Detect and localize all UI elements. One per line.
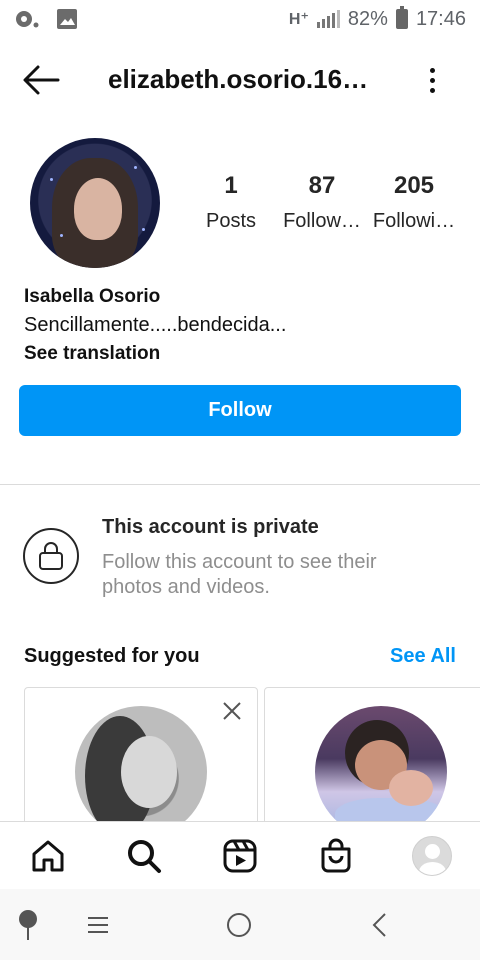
divider [0,484,480,485]
status-left [14,8,78,30]
home-circle-icon [227,913,251,937]
stat-value: 205 [393,172,435,199]
dot [429,67,435,73]
status-right: H⁺ 82% 17:46 [288,6,466,31]
sys-home-button[interactable] [223,909,255,941]
close-icon [223,702,241,720]
dot [429,87,435,93]
lock-icon [39,542,63,570]
back-button[interactable] [22,62,62,98]
stat-posts[interactable]: 1 Posts [185,172,277,233]
follow-button[interactable]: Follow [19,385,461,436]
stat-label: Posts [205,210,257,232]
stat-label: Followi… [372,210,456,232]
sys-back-button[interactable] [364,909,396,941]
battery-percent: 82% [347,7,388,30]
search-icon [128,840,161,873]
profile-header: elizabeth.osorio.16… [0,50,480,110]
profile-avatar [412,836,452,876]
profile-avatar-large[interactable] [30,138,160,268]
bottom-nav [0,821,480,889]
back-chevron-icon [372,913,386,937]
stat-following[interactable]: 205 Followi… [368,172,460,233]
nav-search[interactable] [124,836,164,876]
dismiss-button[interactable] [221,700,243,722]
home-icon [32,840,64,872]
stat-followers[interactable]: 87 Follow… [276,172,368,233]
suggested-card[interactable] [24,687,258,837]
nav-shop[interactable] [316,836,356,876]
see-translation-link[interactable]: See translation [24,343,160,365]
see-all-link[interactable]: See All [390,645,456,668]
suggested-card[interactable] [264,687,480,837]
status-bar: H⁺ 82% 17:46 [0,0,480,38]
menu-icon [88,917,108,933]
more-options-button[interactable] [420,62,444,98]
profile-stats: 1 Posts 87 Follow… 205 Followi… [190,172,470,242]
clock: 17:46 [415,7,466,30]
nav-reels[interactable] [220,836,260,876]
pin-icon [19,910,37,940]
full-name: Isabella Osorio [24,286,161,307]
private-title: This account is private [102,516,319,538]
system-nav-bar [0,889,480,960]
suggested-avatar[interactable] [75,706,207,836]
image-icon [57,9,77,29]
suggested-avatar[interactable] [315,706,447,836]
arrow-left-icon [23,65,60,95]
network-type: H⁺ [288,11,309,28]
private-subtitle: Follow this account to see their photos … [102,551,377,598]
signal-icon [316,10,340,28]
bio-text: Sencillamente.....bendecida... [24,314,287,336]
shop-icon [321,838,351,873]
suggested-title: Suggested for you [24,645,200,667]
reels-icon [223,839,257,873]
battery-icon [395,6,408,29]
lock-badge [23,528,79,584]
sys-menu-button[interactable] [82,909,114,941]
stat-value: 1 [224,172,238,199]
dot [429,77,435,83]
nav-home[interactable] [28,836,68,876]
stat-label: Follow… [283,210,361,232]
media-dot-icon [16,11,39,28]
stat-value: 87 [308,172,336,199]
page-title: elizabeth.osorio.16… [108,64,369,94]
sys-pin-button[interactable] [12,909,44,941]
nav-profile[interactable] [412,836,452,876]
